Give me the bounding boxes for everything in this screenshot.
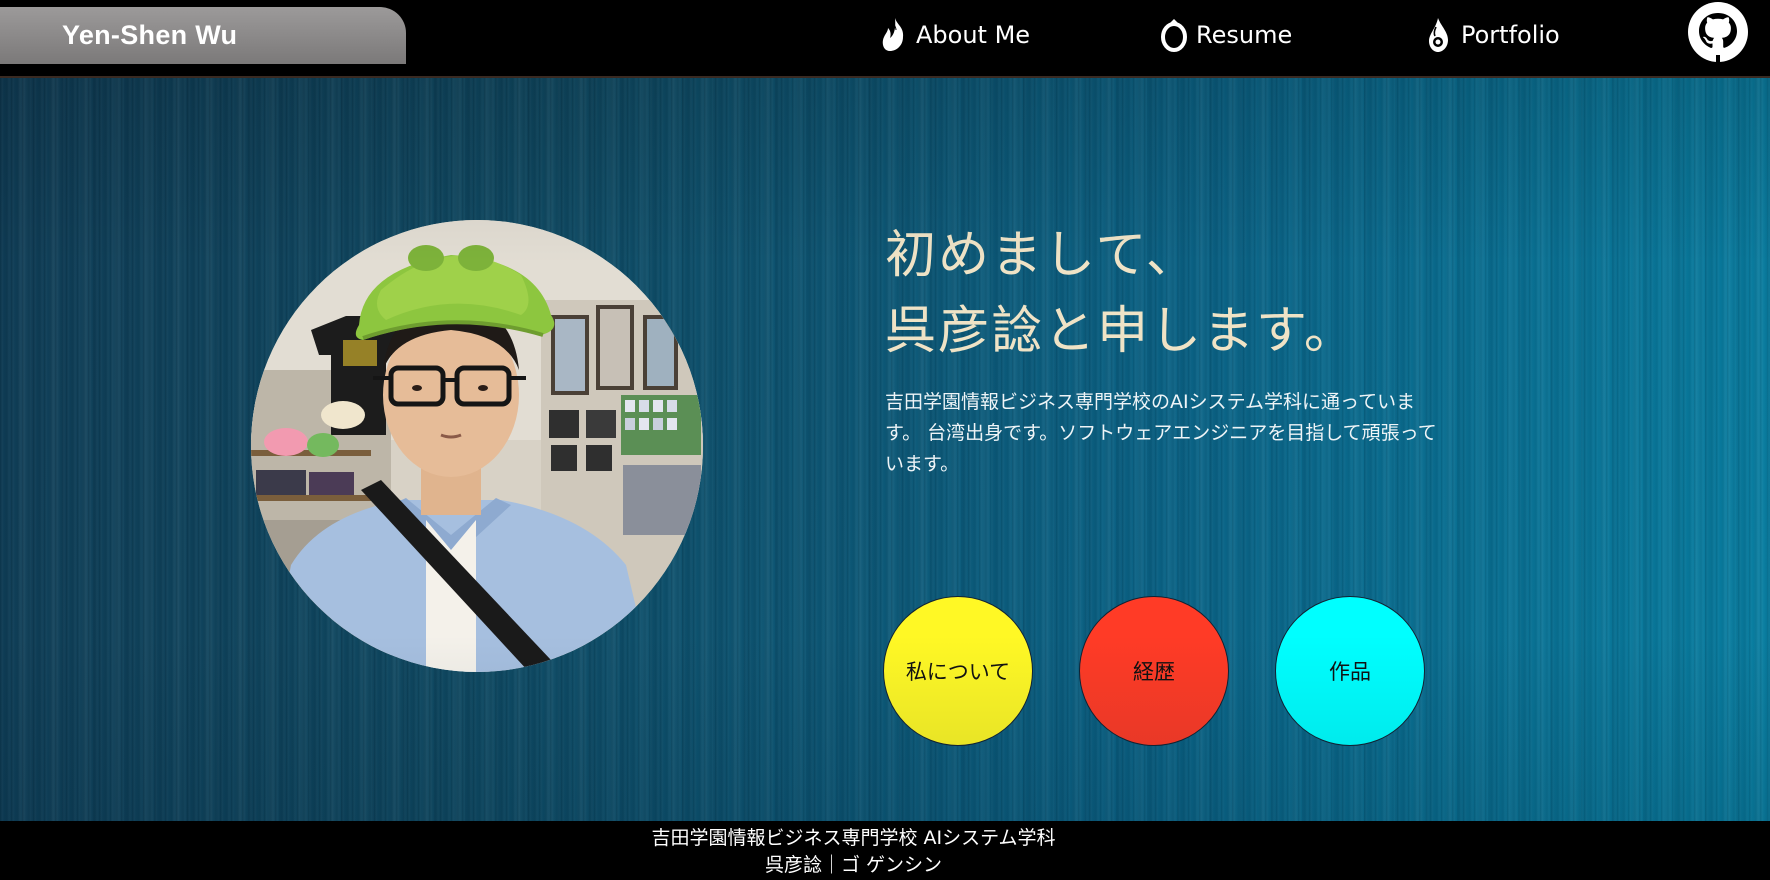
hero-section: 初めまして、 呉彦諗と申します。 吉田学園情報ビジネス専門学校のAIシステム学科… [0, 78, 1770, 821]
droplet-icon [1429, 18, 1448, 52]
brand-tab[interactable]: Yen-Shen Wu [0, 7, 406, 64]
nav-about-me[interactable]: About Me [879, 12, 1030, 58]
greeting-headline: 初めまして、 呉彦諗と申します。 [885, 218, 1485, 370]
intro-text-block: 初めまして、 呉彦諗と申します。 吉田学園情報ビジネス専門学校のAIシステム学科… [885, 218, 1485, 480]
profile-photo [251, 220, 703, 672]
footer-school: 吉田学園情報ビジネス専門学校 AIシステム学科 [651, 827, 1056, 849]
nav-resume[interactable]: Resume [1159, 12, 1292, 58]
resume-circle-button[interactable]: 経歴 [1079, 596, 1229, 746]
headline-line-2: 呉彦諗と申します。 [885, 302, 1357, 361]
bio-paragraph: 吉田学園情報ビジネス専門学校のAIシステム学科に通っています。 台湾出身です。ソ… [885, 391, 1437, 475]
brand-name[interactable]: Yen-Shen Wu [62, 7, 237, 64]
footer-name: 呉彦諗｜ゴ ゲンシン [764, 854, 943, 876]
portfolio-circle-label: 作品 [1329, 660, 1371, 684]
nav-label-resume: Resume [1196, 21, 1293, 49]
nav-label-portfolio: Portfolio [1461, 21, 1560, 49]
footer: 吉田学園情報ビジネス専門学校 AIシステム学科 呉彦諗｜ゴ ゲンシン [0, 821, 1770, 880]
resume-circle-label: 経歴 [1133, 660, 1175, 684]
ring-icon [1161, 19, 1187, 52]
portfolio-circle-button[interactable]: 作品 [1275, 596, 1425, 746]
nav-label-about-me: About Me [916, 21, 1031, 49]
nav-portfolio[interactable]: Portfolio [1424, 12, 1560, 58]
flame-icon [882, 18, 904, 51]
headline-line-1: 初めまして、 [885, 226, 1199, 285]
about-me-circle-button[interactable]: 私について [883, 596, 1033, 746]
top-navigation-bar: Yen-Shen Wu About Me Resume Portfolio [0, 0, 1770, 78]
about-me-circle-label: 私について [905, 660, 1011, 684]
github-icon[interactable] [1686, 0, 1750, 64]
